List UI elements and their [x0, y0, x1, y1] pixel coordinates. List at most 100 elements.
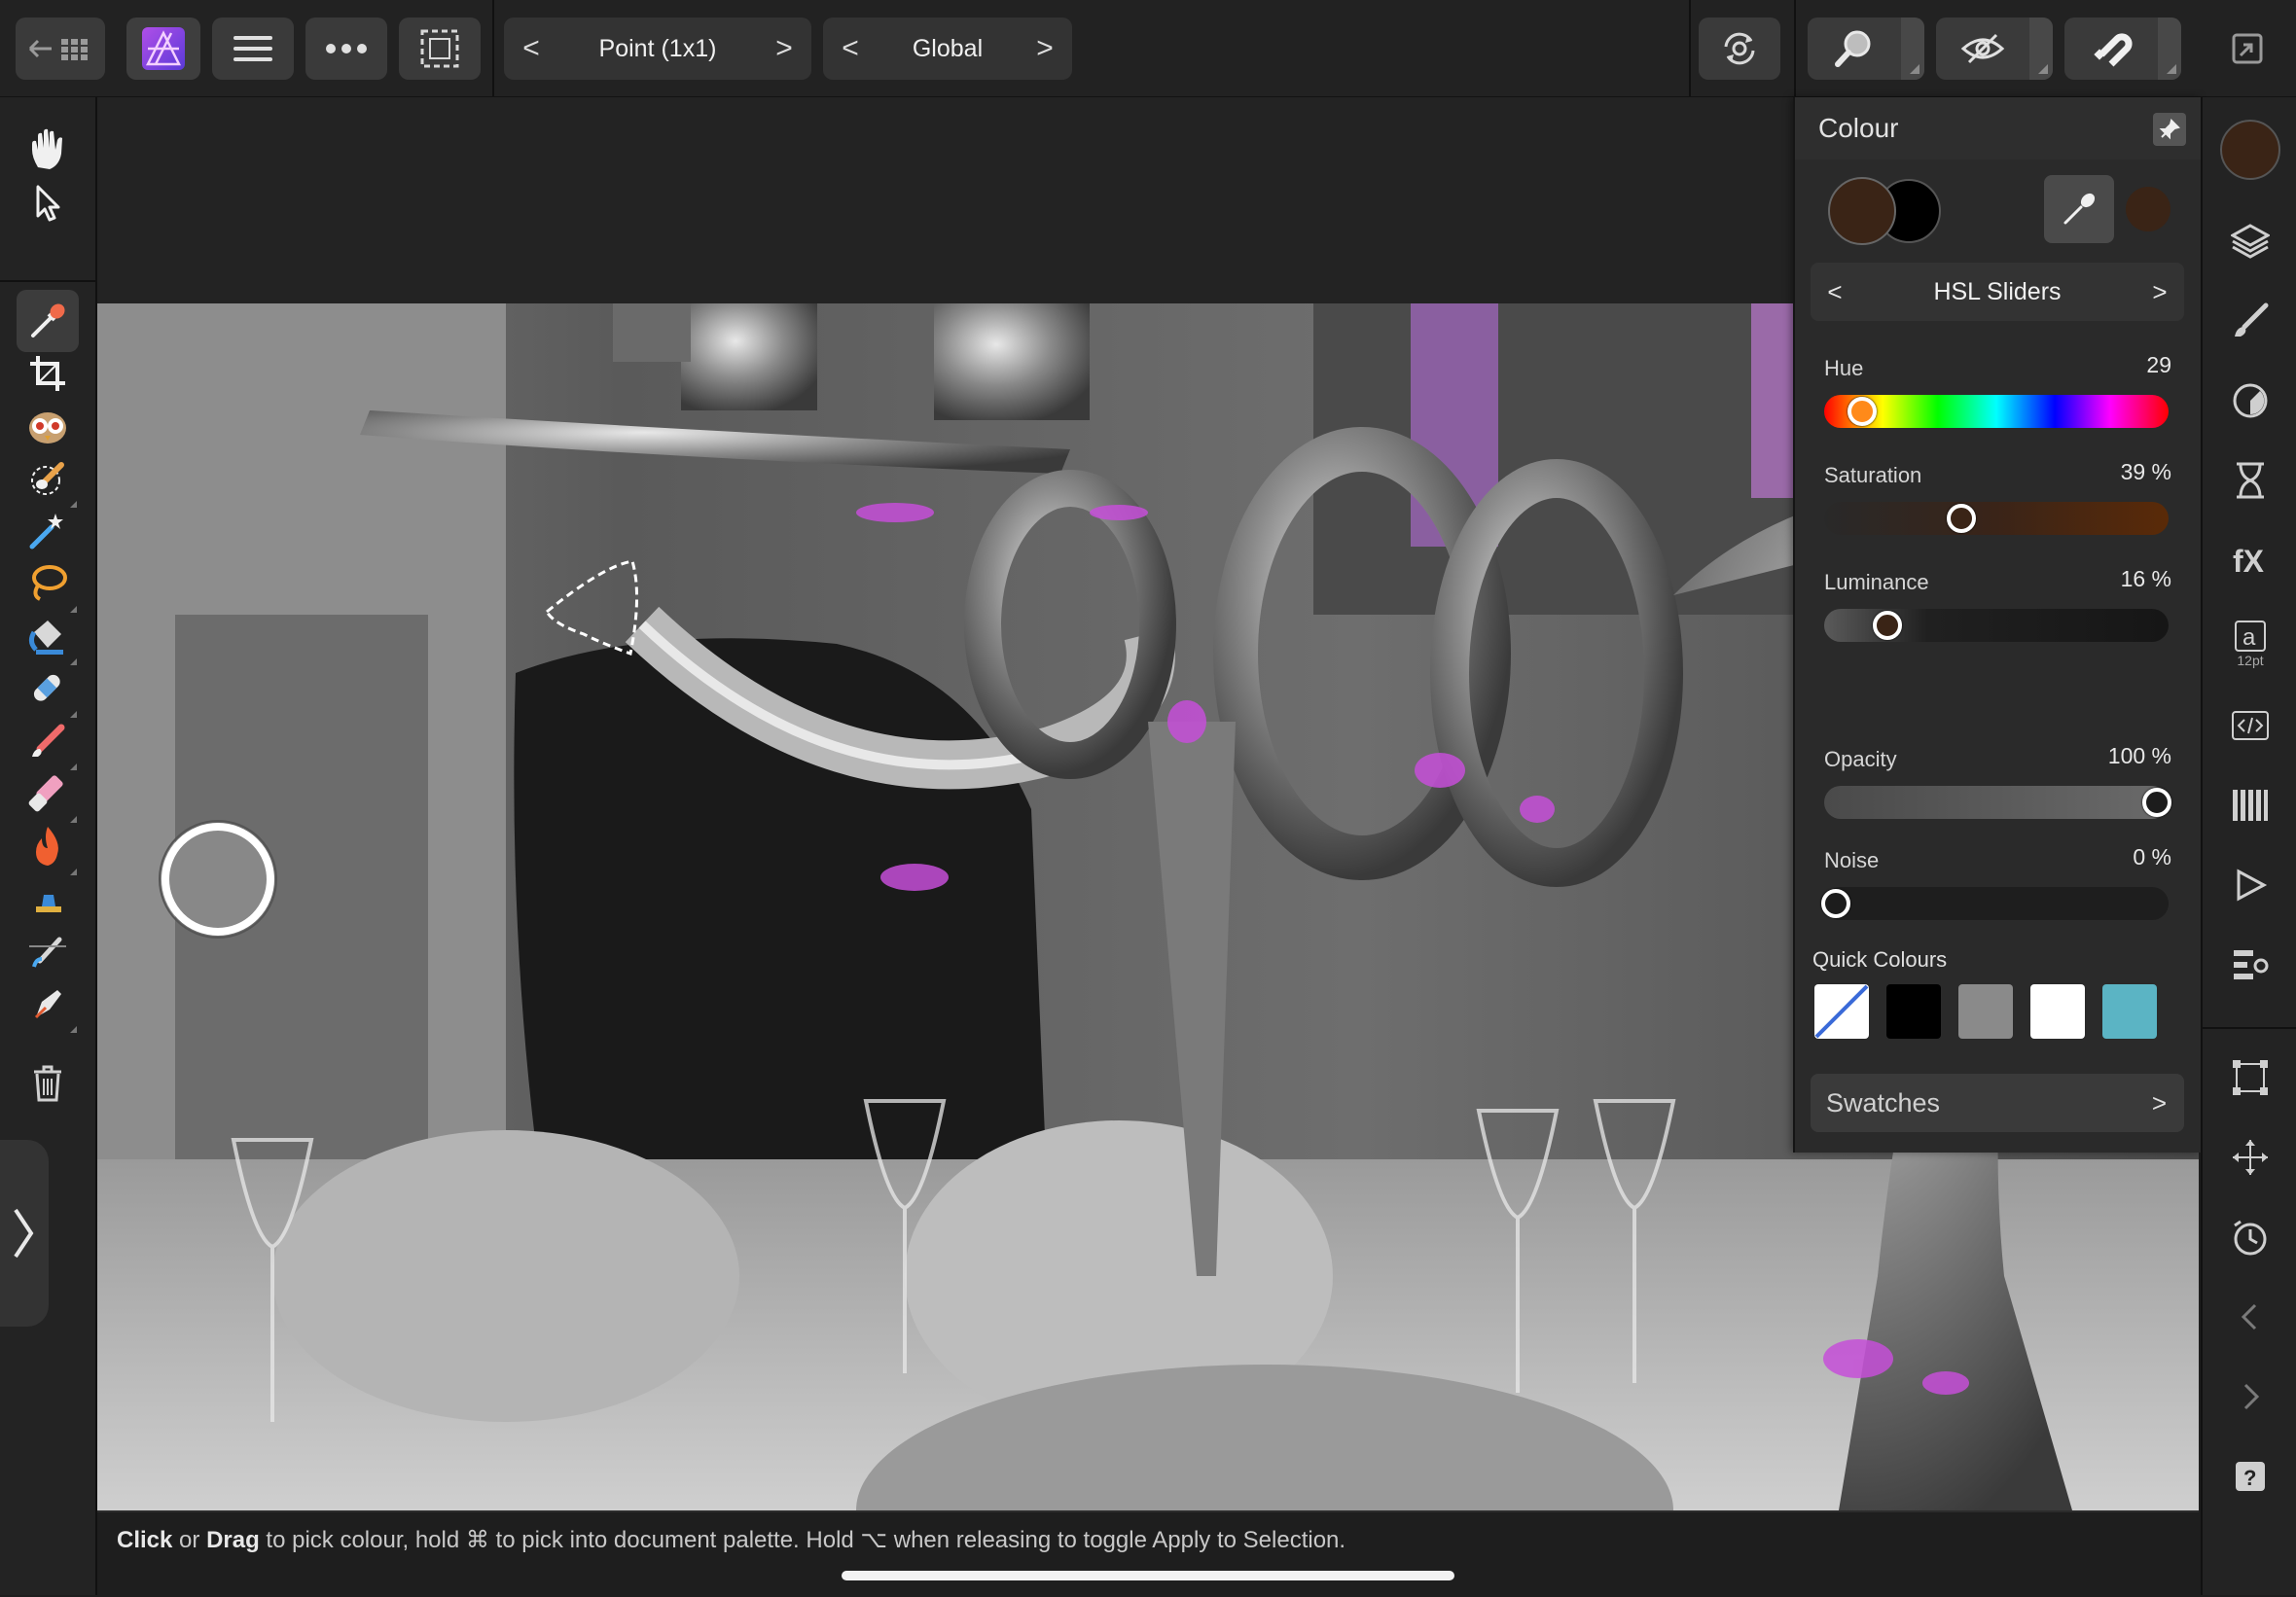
help-question-icon: ? — [2236, 1462, 2265, 1491]
channels-bars-icon — [2233, 790, 2268, 821]
top-toolbar: < Point (1x1) > < Global > — [0, 0, 2296, 98]
colour-panel: Colour < HSL Sliders > Hue 29 Saturation… — [1793, 97, 2201, 1153]
delete-button[interactable] — [17, 1052, 79, 1115]
text-size-label: 12pt — [2237, 653, 2264, 668]
code-brackets-icon — [2232, 711, 2269, 740]
scope-prev-button[interactable]: < — [823, 18, 878, 80]
hand-icon — [32, 128, 62, 169]
studio-divider — [2203, 1027, 2296, 1029]
colour-studio-button[interactable] — [2219, 119, 2281, 181]
back-arrow-icon — [28, 39, 88, 60]
noise-label: Noise — [1824, 848, 1880, 872]
swatches-button[interactable]: Swatches > — [1811, 1074, 2184, 1132]
eyedropper-icon — [2063, 193, 2096, 225]
hue-slider[interactable] — [1824, 395, 2169, 428]
back-grid-button[interactable] — [16, 18, 105, 80]
tool-divider — [29, 945, 66, 947]
mode-prev-button[interactable]: < — [1811, 263, 1859, 321]
luminance-slider-knob[interactable] — [1872, 611, 1902, 640]
more-dots-icon — [326, 44, 367, 53]
snapping-toggle[interactable] — [2064, 18, 2181, 80]
saturation-label: Saturation — [1824, 463, 1922, 487]
transform-studio-button[interactable] — [2219, 1047, 2281, 1109]
pointer-arrow-icon — [36, 185, 60, 222]
magic-wand-icon — [29, 514, 63, 550]
app-persona-button[interactable] — [126, 18, 200, 80]
sync-gear-icon — [1724, 32, 1755, 65]
fx-studio-button[interactable]: fX — [2219, 529, 2281, 591]
smudge-icon — [32, 937, 62, 968]
chevron-right-icon — [14, 1208, 34, 1259]
brushes-studio-button[interactable] — [2219, 290, 2281, 352]
history-list-studio-button[interactable] — [2219, 934, 2281, 996]
saturation-slider[interactable] — [1824, 502, 2169, 535]
expand-tools-handle[interactable] — [0, 1140, 49, 1327]
pen-nib-icon — [34, 990, 61, 1019]
stamp-icon — [36, 895, 61, 912]
saturation-slider-knob[interactable] — [1946, 504, 1976, 533]
assistant-picker[interactable]: < Point (1x1) > — [504, 18, 811, 80]
selection-mode-button[interactable] — [399, 18, 481, 80]
redo-button[interactable] — [2219, 1366, 2281, 1428]
zoom-toggle[interactable] — [1808, 18, 1924, 80]
chevron-left-icon — [2241, 1303, 2257, 1331]
affinity-photo-logo — [142, 27, 185, 70]
scope-picker-label: Global — [912, 35, 984, 62]
pen-tool[interactable] — [17, 973, 79, 1035]
more-options-button[interactable] — [305, 18, 387, 80]
sync-settings-button[interactable] — [1699, 18, 1780, 80]
hourglass-icon — [2237, 462, 2264, 499]
fx-icon: fX — [2233, 544, 2265, 578]
tool-divider — [0, 280, 95, 282]
noise-slider[interactable] — [1821, 887, 2169, 920]
help-button[interactable]: ? — [2219, 1445, 2281, 1508]
hint-click: Click — [117, 1527, 173, 1553]
quick-colour-black[interactable] — [1886, 984, 1941, 1039]
panel-eyedropper-button[interactable] — [2044, 175, 2114, 243]
swatches-label: Swatches — [1826, 1088, 1941, 1118]
status-hint: Click or Drag to pick colour, hold ⌘ to … — [117, 1526, 1345, 1554]
hue-slider-knob[interactable] — [1847, 397, 1877, 426]
move-studio-button[interactable] — [2219, 1126, 2281, 1189]
no-colour-icon — [1814, 984, 1869, 1039]
layers-studio-button[interactable] — [2219, 210, 2281, 272]
luminance-slider[interactable] — [1824, 609, 2169, 642]
channels-studio-button[interactable] — [2219, 774, 2281, 836]
text-a-icon: a — [2235, 621, 2266, 652]
hue-label: Hue — [1824, 356, 1864, 380]
assistant-next-button[interactable]: > — [757, 18, 811, 80]
history-studio-button[interactable] — [2219, 1206, 2281, 1268]
quick-colour-teal[interactable] — [2102, 984, 2157, 1039]
home-indicator[interactable] — [842, 1571, 1454, 1580]
adjustments-studio-button[interactable] — [2219, 370, 2281, 432]
opacity-slider-knob[interactable] — [2142, 788, 2171, 817]
move-tool[interactable] — [17, 171, 79, 233]
eye-hidden-icon — [1960, 33, 2005, 64]
macros-studio-button[interactable] — [2219, 694, 2281, 757]
paint-brush-icon — [32, 724, 65, 757]
scope-picker[interactable]: < Global > — [823, 18, 1072, 80]
quick-colour-none[interactable] — [1814, 984, 1869, 1039]
undo-button[interactable] — [2219, 1286, 2281, 1348]
pin-panel-button[interactable] — [2153, 113, 2186, 146]
quick-colour-white[interactable] — [2030, 984, 2085, 1039]
svg-text:a: a — [2242, 624, 2256, 651]
noise-slider-knob[interactable] — [1821, 889, 1850, 918]
quick-colour-grey[interactable] — [1958, 984, 2013, 1039]
primary-colour-well[interactable] — [1828, 177, 1896, 245]
text-styles-studio-button[interactable]: a 12pt — [2219, 609, 2281, 679]
main-menu-button[interactable] — [212, 18, 294, 80]
studio-bar: fX a 12pt ? — [2201, 97, 2296, 1595]
mode-next-button[interactable]: > — [2135, 263, 2184, 321]
svg-text:?: ? — [2243, 1466, 2256, 1490]
opacity-slider[interactable] — [1824, 786, 2171, 819]
fullscreen-button[interactable] — [2218, 18, 2277, 80]
colour-mode-selector[interactable]: < HSL Sliders > — [1811, 263, 2184, 321]
hide-selection-toggle[interactable] — [1936, 18, 2053, 80]
live-filters-studio-button[interactable] — [2219, 449, 2281, 512]
luminance-value: 16 % — [2120, 566, 2171, 591]
navigator-studio-button[interactable] — [2219, 854, 2281, 916]
scope-next-button[interactable]: > — [1018, 18, 1072, 80]
picked-colour-swatch[interactable] — [2126, 187, 2170, 231]
assistant-prev-button[interactable]: < — [504, 18, 558, 80]
